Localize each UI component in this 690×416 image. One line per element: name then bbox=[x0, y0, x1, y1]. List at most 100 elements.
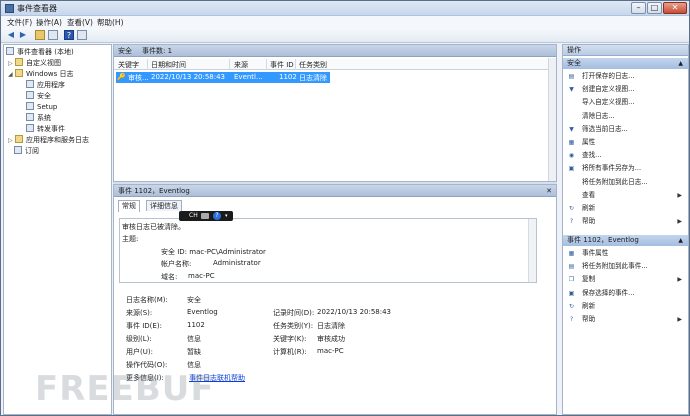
minimize-button[interactable]: – bbox=[631, 2, 646, 14]
field-value: mac-PC bbox=[317, 347, 344, 355]
folder-icon bbox=[15, 69, 23, 77]
keyboard-icon[interactable] bbox=[201, 213, 209, 219]
forward-icon[interactable]: ▶ bbox=[18, 30, 28, 40]
close-button[interactable]: ✕ bbox=[663, 2, 687, 14]
tree-item-forwarded[interactable]: 转发事件 bbox=[26, 124, 65, 134]
action-item[interactable]: ↻ 刷新 bbox=[563, 301, 688, 312]
table-row[interactable]: 🔑 审核... 2022/10/13 20:58:43 Eventl... 11… bbox=[116, 72, 330, 83]
action-item[interactable]: ▣ 将所有事件另存为... bbox=[563, 163, 688, 174]
action-item[interactable]: ? 帮助 ▶ bbox=[563, 216, 688, 227]
submenu-arrow-icon: ▶ bbox=[677, 276, 682, 284]
collapse-icon[interactable]: ▲ bbox=[678, 58, 683, 69]
help-icon[interactable]: ? bbox=[64, 30, 74, 40]
blank-icon bbox=[568, 179, 575, 186]
tree-item-security[interactable]: 安全 bbox=[26, 91, 51, 101]
action-item[interactable]: ▼ 筛选当前日志... bbox=[563, 124, 688, 135]
action-item[interactable]: 将任务附加到此日志... bbox=[563, 177, 688, 188]
action-label: 打开保存的日志... bbox=[582, 72, 635, 80]
action-label: 保存选择的事件... bbox=[582, 288, 635, 297]
language-indicator[interactable]: CH bbox=[189, 211, 198, 221]
action-item[interactable]: ▦ 属性 bbox=[563, 137, 688, 148]
action-item[interactable]: ❐ 复制 ▶ bbox=[563, 274, 688, 285]
description-line: 审核日志已被清除。 bbox=[122, 223, 185, 231]
action-item[interactable]: ↻ 刷新 bbox=[563, 203, 688, 214]
expand-icon[interactable]: ▷ bbox=[8, 59, 14, 69]
folder-up-icon[interactable] bbox=[35, 30, 45, 40]
column-keyword[interactable]: 关键字 bbox=[118, 60, 139, 70]
action-label: 事件属性 bbox=[582, 249, 609, 257]
column-divider[interactable] bbox=[229, 59, 230, 70]
menu-view[interactable]: 查看(V) bbox=[67, 17, 93, 28]
collapse-icon[interactable]: ◢ bbox=[8, 70, 14, 80]
collapse-icon[interactable]: ▲ bbox=[678, 235, 683, 246]
tree-item-label: 转发事件 bbox=[37, 125, 65, 133]
close-detail-icon[interactable]: ✕ bbox=[546, 185, 552, 197]
copy-icon: ❐ bbox=[568, 276, 575, 284]
action-item[interactable]: ▣ 保存选择的事件... bbox=[563, 288, 688, 299]
maximize-button[interactable]: □ bbox=[647, 2, 662, 14]
column-divider[interactable] bbox=[147, 59, 148, 70]
folder-icon bbox=[15, 58, 23, 66]
filter-icon: ▼ bbox=[569, 86, 574, 94]
tree-item-label: Windows 日志 bbox=[26, 70, 74, 78]
column-task-category[interactable]: 任务类别 bbox=[299, 60, 327, 70]
event-list-scrollbar[interactable] bbox=[548, 58, 556, 181]
window-title: 事件查看器 bbox=[17, 4, 57, 13]
tree-item-label: Setup bbox=[37, 103, 58, 111]
options-icon[interactable]: ▾ bbox=[225, 211, 228, 221]
description-scrollbar[interactable] bbox=[528, 219, 536, 282]
log-header: 安全 事件数: 1 bbox=[114, 45, 556, 57]
expand-icon[interactable]: ▷ bbox=[8, 136, 14, 146]
menu-help[interactable]: 帮助(H) bbox=[97, 17, 124, 28]
event-list-pane: 安全 事件数: 1 关键字 日期和时间 来源 事件 ID 任务类别 🔑 审核..… bbox=[113, 44, 557, 182]
submenu-arrow-icon: ▶ bbox=[677, 191, 682, 199]
column-datetime[interactable]: 日期和时间 bbox=[151, 60, 186, 70]
column-divider[interactable] bbox=[266, 59, 267, 70]
tree-item-setup[interactable]: Setup bbox=[26, 102, 57, 112]
action-item[interactable]: ▦ 事件属性 bbox=[563, 248, 688, 259]
event-viewer-window: 事件查看器 – □ ✕ 文件(F) 操作(A) 查看(V) 帮助(H) ◀ ▶ … bbox=[0, 0, 690, 416]
action-pane-icon[interactable] bbox=[77, 30, 87, 40]
menu-action[interactable]: 操作(A) bbox=[36, 17, 62, 28]
field-label: 关键字(K): bbox=[273, 335, 307, 343]
column-source[interactable]: 来源 bbox=[234, 60, 248, 70]
action-item[interactable]: 清除日志... bbox=[563, 111, 688, 122]
event-viewer-icon bbox=[5, 4, 14, 13]
tree-item-app-services[interactable]: ▷ 应用程序和服务日志 bbox=[8, 135, 89, 145]
menu-file[interactable]: 文件(F) bbox=[7, 17, 32, 28]
description-line: 域名: bbox=[161, 273, 178, 281]
action-item[interactable]: ? 帮助 ▶ bbox=[563, 314, 688, 325]
action-item[interactable]: ◉ 查找... bbox=[563, 150, 688, 161]
field-label: 级别(L): bbox=[126, 335, 152, 343]
description-line: 帐户名称: bbox=[161, 260, 192, 268]
tree-item-application[interactable]: 应用程序 bbox=[26, 80, 65, 90]
tree-item-windows-logs[interactable]: ◢ Windows 日志 bbox=[8, 69, 73, 79]
action-label: 刷新 bbox=[582, 301, 596, 310]
properties-icon: ▦ bbox=[568, 250, 575, 257]
tab-details[interactable]: 详细信息 bbox=[146, 200, 182, 211]
tree-item-root[interactable]: 事件查看器 (本地) bbox=[6, 47, 74, 57]
action-label: 刷新 bbox=[582, 204, 596, 212]
tree-item-subscriptions[interactable]: 订阅 bbox=[14, 146, 39, 156]
input-method-bar[interactable]: CH ? ▾ bbox=[179, 211, 233, 221]
back-icon[interactable]: ◀ bbox=[6, 30, 16, 40]
action-item[interactable]: ▤ 将任务附加到此事件... bbox=[563, 261, 688, 272]
help-icon[interactable]: ? bbox=[213, 212, 221, 220]
actions-section-event[interactable]: 事件 1102，Eventlog ▲ bbox=[563, 235, 688, 246]
title-bar[interactable]: 事件查看器 – □ ✕ bbox=[1, 1, 689, 16]
submenu-arrow-icon: ▶ bbox=[677, 316, 682, 323]
action-item[interactable]: 查看 ▶ bbox=[563, 190, 688, 201]
actions-section-log[interactable]: 安全 ▲ bbox=[563, 58, 688, 69]
action-item[interactable]: ▼ 创建自定义视图... bbox=[563, 84, 688, 95]
tree-item-custom-views[interactable]: ▷ 自定义视图 bbox=[8, 58, 61, 68]
show-hide-tree-icon[interactable] bbox=[48, 30, 58, 40]
tab-general[interactable]: 常规 bbox=[118, 200, 140, 212]
column-divider[interactable] bbox=[295, 59, 296, 70]
action-item[interactable]: 导入自定义视图... bbox=[563, 97, 688, 108]
detail-title: 事件 1102，Eventlog bbox=[118, 187, 190, 195]
tree-item-system[interactable]: 系统 bbox=[26, 113, 51, 123]
cell-source: Eventl... bbox=[234, 73, 263, 81]
action-item[interactable]: ▤ 打开保存的日志... bbox=[563, 71, 688, 82]
column-event-id[interactable]: 事件 ID bbox=[270, 60, 294, 70]
blank-icon bbox=[568, 113, 575, 120]
